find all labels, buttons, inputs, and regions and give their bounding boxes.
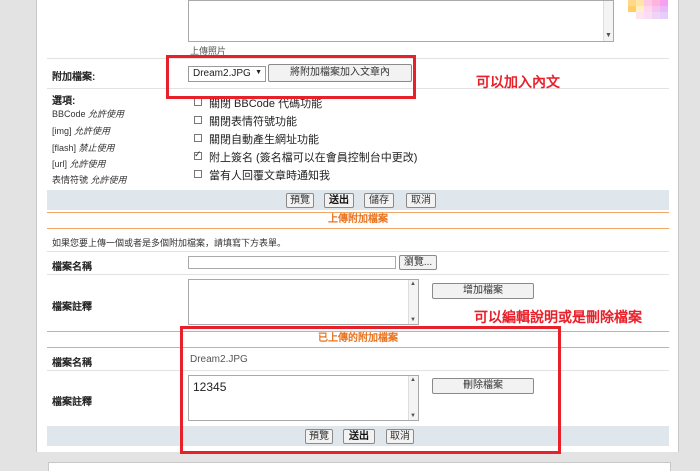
side-item-status: 允許使用: [90, 175, 127, 185]
notify-reply-checkbox[interactable]: [194, 170, 202, 178]
disable-smilies-label: 關閉表情符號功能: [209, 116, 297, 128]
side-item-name: [flash]: [52, 143, 77, 153]
cancel-button[interactable]: 取消: [406, 193, 436, 208]
checkmark-icon: ✓: [194, 149, 202, 159]
disable-autourl-label: 關閉自動產生網址功能: [209, 134, 319, 146]
upload-comment-textarea[interactable]: ▲ ▼: [188, 279, 419, 325]
side-item-bbcode: BBCode 允許使用: [52, 107, 124, 120]
side-item-name: 表情符號: [52, 175, 89, 185]
section-line: [47, 228, 669, 229]
side-item-status: 允許使用: [69, 159, 106, 169]
message-scrollbar[interactable]: ▼: [603, 1, 613, 41]
upload-file-input[interactable]: [188, 256, 396, 269]
divider: [47, 251, 669, 252]
scroll-down-icon[interactable]: ▼: [605, 32, 612, 39]
side-item-name: [img]: [52, 126, 72, 136]
scroll-down-icon[interactable]: ▼: [410, 317, 416, 323]
side-item-name: BBCode: [52, 109, 86, 119]
annotation-box-insert: [166, 55, 416, 99]
annotation-insert-note: 可以加入內文: [476, 74, 560, 90]
attach-signature-checkbox[interactable]: ✓: [194, 149, 202, 160]
notify-reply-label: 當有人回覆文章時通知我: [209, 170, 330, 182]
attach-label: 附加檔案:: [52, 72, 96, 83]
side-item-img: [img] 允許使用: [52, 124, 110, 137]
disable-smilies-checkbox[interactable]: [194, 116, 202, 124]
add-file-button[interactable]: 增加檔案: [432, 283, 534, 299]
side-item-status: 禁止使用: [78, 143, 115, 153]
side-item-url: [url] 允許使用: [52, 157, 106, 170]
disable-bbcode-checkbox[interactable]: [194, 98, 202, 106]
attach-signature-label: 附上簽名 (簽名檔可以在會員控制台中更改): [209, 152, 418, 164]
side-item-name: [url]: [52, 159, 68, 169]
upload-instructions: 如果您要上傳一個或者是多個附加檔案，請填寫下方表單。: [52, 238, 287, 248]
uploaded-comment-label: 檔案註釋: [52, 397, 92, 408]
top-action-strip: [47, 190, 669, 210]
submit-button[interactable]: 送出: [324, 193, 354, 208]
side-item-flash: [flash] 禁止使用: [52, 141, 115, 154]
divider: [47, 274, 669, 275]
upload-comment-label: 檔案註釋: [52, 302, 92, 313]
options-label: 選項:: [52, 96, 76, 107]
upload-filename-label: 檔案名稱: [52, 262, 92, 273]
save-button[interactable]: 儲存: [364, 193, 394, 208]
annotation-edit-note: 可以編輯說明或是刪除檔案: [474, 309, 642, 325]
upload-comment-scrollbar[interactable]: ▲ ▼: [408, 280, 418, 324]
color-palette[interactable]: [628, 0, 668, 20]
section-line: [47, 212, 669, 213]
side-item-smilies: 表情符號 允許使用: [52, 173, 127, 186]
side-item-status: 允許使用: [88, 109, 125, 119]
browse-button[interactable]: 瀏覽...: [399, 255, 437, 270]
annotation-box-edit: [180, 326, 561, 454]
scroll-up-icon[interactable]: ▲: [410, 281, 416, 287]
uploaded-filename-label: 檔案名稱: [52, 358, 92, 369]
message-textarea[interactable]: ▼: [188, 0, 614, 42]
disable-autourl-checkbox[interactable]: [194, 134, 202, 142]
side-item-status: 允許使用: [74, 126, 111, 136]
preview-button[interactable]: 預覽: [286, 193, 314, 208]
upload-section-title: 上傳附加檔案: [328, 214, 388, 225]
